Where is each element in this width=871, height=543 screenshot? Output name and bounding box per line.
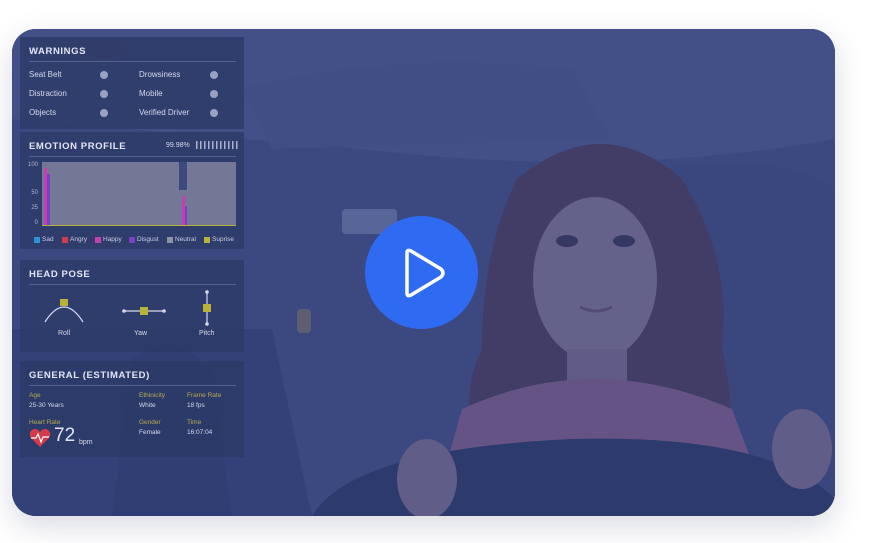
legend-angry: Angry xyxy=(62,236,87,243)
warning-objects: Objects xyxy=(29,108,57,117)
neutral-area xyxy=(42,162,236,226)
seat-belt-status-dot xyxy=(100,71,108,79)
divider xyxy=(29,284,236,285)
warning-drowsiness: Drowsiness xyxy=(139,70,181,79)
warning-verified-driver: Verified Driver xyxy=(139,108,190,117)
head-pose-panel: HEAD POSE Roll Yaw Pitch xyxy=(20,260,244,352)
general-panel: GENERAL (ESTIMATED) Age 25-30 Years Ethi… xyxy=(20,361,244,457)
verified-driver-status-dot xyxy=(210,109,218,117)
confidence-bars xyxy=(196,141,238,149)
emotion-confidence: 99.98% xyxy=(166,142,190,149)
frame-rate-value: 18 fps xyxy=(187,402,205,409)
emotion-chart xyxy=(42,162,236,226)
heart-rate-value: 72 xyxy=(54,425,76,446)
general-title: GENERAL (ESTIMATED) xyxy=(29,370,150,381)
mobile-status-dot xyxy=(210,90,218,98)
time-label: Time xyxy=(187,419,202,426)
play-button[interactable] xyxy=(365,216,478,329)
y-tick-25: 25 xyxy=(31,205,38,211)
divider xyxy=(29,61,236,62)
divider xyxy=(29,156,236,157)
happy-spike-2 xyxy=(182,196,185,226)
ethnicity-label: Ethinicity xyxy=(139,392,166,399)
y-tick-100: 100 xyxy=(27,162,38,168)
play-icon xyxy=(405,248,445,298)
legend-sad: Sad xyxy=(34,236,54,243)
legend-neutral: Neutral xyxy=(167,236,196,243)
warning-mobile: Mobile xyxy=(139,89,163,98)
frame-rate-label: Frame Rate xyxy=(187,392,222,399)
emotion-profile-panel: EMOTION PROFILE 99.98% 100 50 25 0 Sad A… xyxy=(20,132,244,249)
legend-suprise: Suprise xyxy=(204,236,234,243)
distraction-status-dot xyxy=(100,90,108,98)
warning-seat-belt: Seat Belt xyxy=(29,70,62,79)
roll-indicator xyxy=(44,299,84,323)
yaw-indicator xyxy=(122,307,166,315)
divider xyxy=(29,385,236,386)
age-value: 25-30 Years xyxy=(29,402,64,409)
legend-disgust: Disgust xyxy=(129,236,159,243)
heart-rate-unit: bpm xyxy=(79,439,93,446)
disgust-spike-1 xyxy=(47,174,50,226)
happy-spike-1 xyxy=(44,168,47,226)
age-label: Age xyxy=(29,392,41,399)
pitch-label: Pitch xyxy=(199,330,215,337)
video-player[interactable]: WARNINGS Seat Belt Drowsiness Distractio… xyxy=(12,29,835,516)
ethnicity-value: White xyxy=(139,402,156,409)
legend-happy: Happy xyxy=(95,236,122,243)
yaw-label: Yaw xyxy=(134,330,148,337)
neutral-gap xyxy=(179,162,187,190)
roll-label: Roll xyxy=(58,330,71,337)
head-pose-title: HEAD POSE xyxy=(29,269,91,280)
time-value: 16:07:04 xyxy=(187,429,213,436)
heart-icon xyxy=(29,428,51,447)
disgust-spike-2 xyxy=(185,206,187,226)
gender-label: Gender xyxy=(139,419,161,426)
y-tick-50: 50 xyxy=(31,190,38,196)
warning-distraction: Distraction xyxy=(29,89,67,98)
emotion-profile-title: EMOTION PROFILE xyxy=(29,141,127,152)
warnings-panel: WARNINGS Seat Belt Drowsiness Distractio… xyxy=(20,37,244,129)
gender-value: Female xyxy=(139,429,161,436)
pitch-indicator xyxy=(203,290,211,326)
drowsiness-status-dot xyxy=(210,71,218,79)
warnings-title: WARNINGS xyxy=(29,46,87,57)
objects-status-dot xyxy=(100,109,108,117)
y-tick-0: 0 xyxy=(34,220,38,226)
